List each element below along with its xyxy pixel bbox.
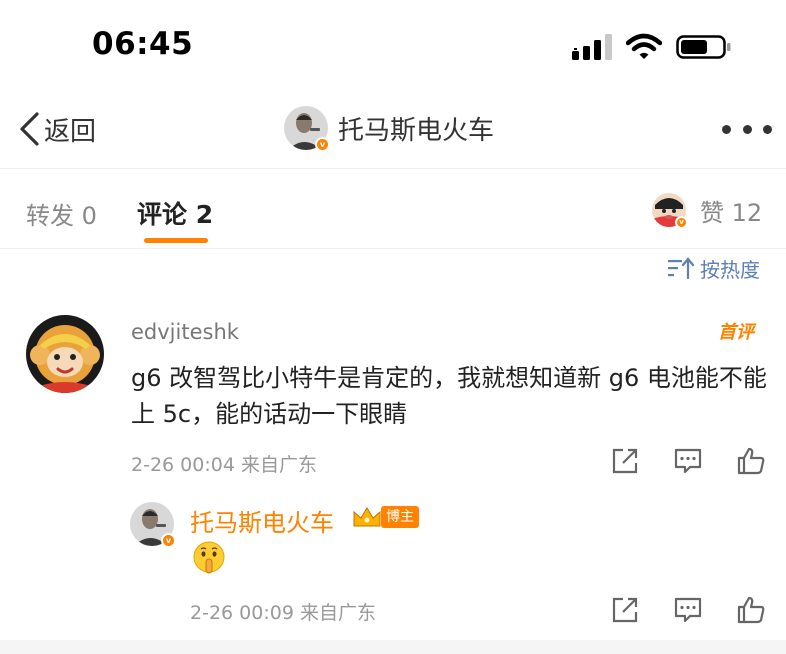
nav-author[interactable]: v 托马斯电火车 bbox=[284, 103, 494, 153]
tab-forward-count: 0 bbox=[81, 202, 97, 230]
reply-username[interactable]: 托马斯电火车 bbox=[190, 503, 334, 538]
reply-author-avatar[interactable]: v bbox=[130, 502, 176, 548]
commenter-avatar[interactable] bbox=[26, 315, 104, 393]
tab-active-indicator bbox=[144, 238, 208, 243]
host-badge: 博主 bbox=[381, 506, 419, 528]
chevron-left-icon bbox=[20, 112, 39, 146]
tab-comments-label: 评论 bbox=[137, 200, 188, 229]
cellular-signal-icon bbox=[572, 34, 612, 60]
sort-label: 按热度 bbox=[700, 257, 760, 282]
comment-icon bbox=[674, 448, 702, 474]
reply-location: 来自广东 bbox=[299, 602, 376, 624]
tab-bar: 转发 0 评论 2 v 赞 12 bbox=[0, 170, 786, 248]
share-button[interactable] bbox=[610, 595, 640, 625]
comment-time: 2-26 00:04 bbox=[131, 454, 235, 476]
share-icon bbox=[612, 597, 638, 623]
sort-icon bbox=[668, 257, 694, 279]
shushing-face-icon bbox=[193, 541, 225, 574]
likes-count: 12 bbox=[731, 198, 763, 227]
status-bar: 06:45 bbox=[0, 0, 786, 95]
comment-text: g6 改智驾比小特牛是肯定的，我就想知道新 g6 电池能不能上 5c，能的话动一… bbox=[131, 364, 767, 428]
likes-label: 赞 12 bbox=[700, 193, 762, 228]
nav-title: 托马斯电火车 bbox=[338, 115, 495, 146]
share-button[interactable] bbox=[610, 446, 640, 476]
more-dot-icon bbox=[763, 124, 772, 134]
nav-header: 返回 v 托马斯电火车 bbox=[0, 95, 786, 165]
tab-forward[interactable]: 转发 0 bbox=[26, 196, 97, 231]
comment-location: 来自广东 bbox=[240, 454, 317, 476]
comment-meta: 2-26 00:04 来自广东 bbox=[131, 450, 317, 477]
reply-time: 2-26 00:09 bbox=[190, 602, 294, 624]
tab-comments[interactable]: 评论 2 bbox=[137, 195, 213, 231]
reply-meta: 2-26 00:09 来自广东 bbox=[190, 598, 376, 625]
status-time: 06:45 bbox=[92, 26, 194, 62]
reply-button[interactable] bbox=[673, 595, 703, 625]
share-icon bbox=[612, 448, 638, 474]
thumbs-up-icon bbox=[737, 447, 765, 475]
tab-comments-count: 2 bbox=[195, 200, 214, 229]
reply-button[interactable] bbox=[673, 446, 703, 476]
commenter-avatar-image bbox=[26, 315, 104, 393]
verified-badge-icon: v bbox=[161, 533, 176, 548]
verified-badge-icon: v bbox=[675, 216, 688, 229]
wifi-icon bbox=[626, 33, 662, 59]
divider bbox=[0, 248, 786, 249]
commenter-username[interactable]: edvjiteshk bbox=[131, 320, 239, 344]
sort-by-hot-button[interactable]: 按热度 bbox=[668, 254, 760, 282]
more-options-button[interactable] bbox=[722, 109, 772, 149]
back-label: 返回 bbox=[44, 116, 97, 147]
battery-icon bbox=[676, 35, 731, 59]
back-button[interactable]: 返回 bbox=[18, 109, 96, 149]
comment-icon bbox=[674, 597, 702, 623]
liker-avatar: v bbox=[652, 193, 688, 229]
reply-actions bbox=[610, 595, 766, 625]
verified-badge-icon: v bbox=[315, 137, 330, 152]
thumbs-up-icon bbox=[737, 596, 765, 624]
comment-actions bbox=[610, 446, 766, 476]
more-dot-icon bbox=[722, 124, 731, 134]
like-button[interactable] bbox=[736, 595, 766, 625]
crown-icon bbox=[353, 507, 381, 527]
tab-likes[interactable]: v 赞 12 bbox=[652, 190, 762, 230]
more-dot-icon bbox=[742, 124, 752, 134]
first-comment-badge: 首评 bbox=[718, 322, 754, 343]
tab-forward-label: 转发 bbox=[26, 202, 74, 230]
section-divider bbox=[0, 640, 786, 654]
author-avatar[interactable]: v bbox=[284, 106, 330, 152]
likes-label-text: 赞 bbox=[700, 198, 724, 227]
like-button[interactable] bbox=[736, 446, 766, 476]
divider bbox=[0, 168, 786, 169]
